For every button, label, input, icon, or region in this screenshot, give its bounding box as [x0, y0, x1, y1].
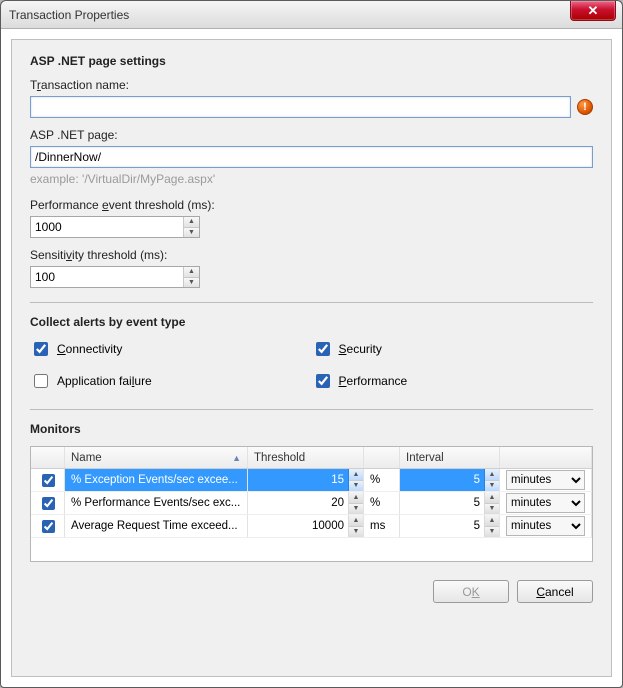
table-row[interactable]: % Performance Events/sec exc...20▲▼%5▲▼ m… [31, 492, 592, 515]
sort-asc-icon: ▲ [232, 453, 241, 463]
monitor-row-checkbox[interactable] [42, 474, 55, 487]
threshold-up[interactable]: ▲ [349, 492, 363, 504]
asp-page-hint: example: '/VirtualDir/MyPage.aspx' [30, 172, 593, 186]
monitor-name-cell: % Exception Events/sec excee... [65, 469, 248, 491]
transaction-name-input[interactable] [30, 96, 571, 118]
col-header-name[interactable]: Name ▲ [65, 447, 248, 468]
separator [30, 409, 593, 410]
alert-performance-checkbox[interactable] [316, 374, 330, 388]
chevron-up-icon: ▲ [188, 268, 195, 275]
asp-page-input[interactable] [30, 146, 593, 168]
sens-threshold-label: Sensitivity threshold (ms): [30, 248, 593, 262]
alerts-grid: Connectivity Security Application failur… [30, 339, 593, 391]
monitor-unit-cell: % [364, 492, 400, 514]
interval-down[interactable]: ▼ [485, 527, 499, 538]
monitors-table: Name ▲ Threshold Interval % Exception Ev… [30, 446, 593, 562]
threshold-up[interactable]: ▲ [349, 515, 363, 527]
monitor-interval-cell[interactable]: 5▲▼ [400, 492, 500, 514]
monitor-threshold-cell[interactable]: 20▲▼ [248, 492, 364, 514]
monitor-interval-cell[interactable]: 5▲▼ [400, 469, 500, 491]
window-title: Transaction Properties [9, 8, 129, 22]
chevron-down-icon: ▼ [188, 229, 195, 236]
col-header-threshold[interactable]: Threshold [248, 447, 364, 468]
asp-page-label: ASP .NET page: [30, 128, 593, 142]
monitor-row-checkbox[interactable] [42, 497, 55, 510]
sens-threshold-down[interactable]: ▼ [184, 278, 199, 288]
sens-threshold-up[interactable]: ▲ [184, 267, 199, 278]
dialog-window: Transaction Properties ✕ ASP .NET page s… [0, 0, 623, 688]
monitor-interval-unit-cell[interactable]: minutes [500, 469, 592, 491]
threshold-down[interactable]: ▼ [349, 481, 363, 492]
monitor-threshold-cell[interactable]: 15▲▼ [248, 469, 364, 491]
monitor-row-checkbox[interactable] [42, 520, 55, 533]
interval-down[interactable]: ▼ [485, 504, 499, 515]
sens-threshold-spinner[interactable]: ▲ ▼ [30, 266, 200, 288]
monitor-interval-cell[interactable]: 5▲▼ [400, 515, 500, 537]
interval-up[interactable]: ▲ [485, 515, 499, 527]
dialog-footer: OK Cancel [30, 572, 593, 603]
col-header-unit[interactable] [364, 447, 400, 468]
alert-performance[interactable]: Performance [312, 371, 594, 391]
interval-down[interactable]: ▼ [485, 481, 499, 492]
table-row[interactable]: Average Request Time exceed...10000▲▼ms5… [31, 515, 592, 538]
perf-threshold-input[interactable] [31, 217, 183, 237]
interval-unit-select[interactable]: minutes [506, 493, 585, 513]
perf-threshold-up[interactable]: ▲ [184, 217, 199, 228]
threshold-down[interactable]: ▼ [349, 527, 363, 538]
interval-up[interactable]: ▲ [485, 469, 499, 481]
sens-threshold-input[interactable] [31, 267, 183, 287]
alert-security[interactable]: Security [312, 339, 594, 359]
col-header-interval[interactable]: Interval [400, 447, 500, 468]
chevron-down-icon: ▼ [188, 279, 195, 286]
alert-security-checkbox[interactable] [316, 342, 330, 356]
perf-threshold-label: Performance event threshold (ms): [30, 198, 593, 212]
monitor-unit-cell: % [364, 469, 400, 491]
dialog-body: ASP .NET page settings Transaction name:… [1, 29, 622, 687]
chevron-up-icon: ▲ [188, 218, 195, 225]
perf-threshold-spinner[interactable]: ▲ ▼ [30, 216, 200, 238]
section-monitors: Monitors [30, 422, 593, 436]
monitor-name-cell: % Performance Events/sec exc... [65, 492, 248, 514]
interval-up[interactable]: ▲ [485, 492, 499, 504]
perf-threshold-down[interactable]: ▼ [184, 228, 199, 238]
monitor-threshold-cell[interactable]: 10000▲▼ [248, 515, 364, 537]
interval-unit-select[interactable]: minutes [506, 516, 585, 536]
monitors-header: Name ▲ Threshold Interval [31, 447, 592, 469]
cancel-button[interactable]: Cancel [517, 580, 593, 603]
monitor-interval-unit-cell[interactable]: minutes [500, 515, 592, 537]
monitor-name-cell: Average Request Time exceed... [65, 515, 248, 537]
alert-app-failure[interactable]: Application failure [30, 371, 312, 391]
col-header-interval-unit[interactable] [500, 447, 592, 468]
content-panel: ASP .NET page settings Transaction name:… [11, 39, 612, 677]
transaction-name-label: Transaction name: [30, 78, 593, 92]
monitor-unit-cell: ms [364, 515, 400, 537]
titlebar: Transaction Properties ✕ [1, 1, 622, 29]
monitor-interval-unit-cell[interactable]: minutes [500, 492, 592, 514]
error-icon: ! [577, 99, 593, 115]
alert-connectivity[interactable]: Connectivity [30, 339, 312, 359]
monitors-rows: % Exception Events/sec excee...15▲▼%5▲▼m… [31, 469, 592, 538]
alert-app-failure-checkbox[interactable] [34, 374, 48, 388]
threshold-down[interactable]: ▼ [349, 504, 363, 515]
table-row[interactable]: % Exception Events/sec excee...15▲▼%5▲▼ m… [31, 469, 592, 492]
section-collect-alerts: Collect alerts by event type [30, 315, 593, 329]
separator [30, 302, 593, 303]
threshold-up[interactable]: ▲ [349, 469, 363, 481]
section-page-settings: ASP .NET page settings [30, 54, 593, 68]
col-header-check[interactable] [31, 447, 65, 468]
ok-button[interactable]: OK [433, 580, 509, 603]
interval-unit-select[interactable]: minutes [506, 470, 585, 490]
close-button[interactable]: ✕ [570, 1, 616, 21]
alert-connectivity-checkbox[interactable] [34, 342, 48, 356]
close-icon: ✕ [588, 4, 599, 17]
